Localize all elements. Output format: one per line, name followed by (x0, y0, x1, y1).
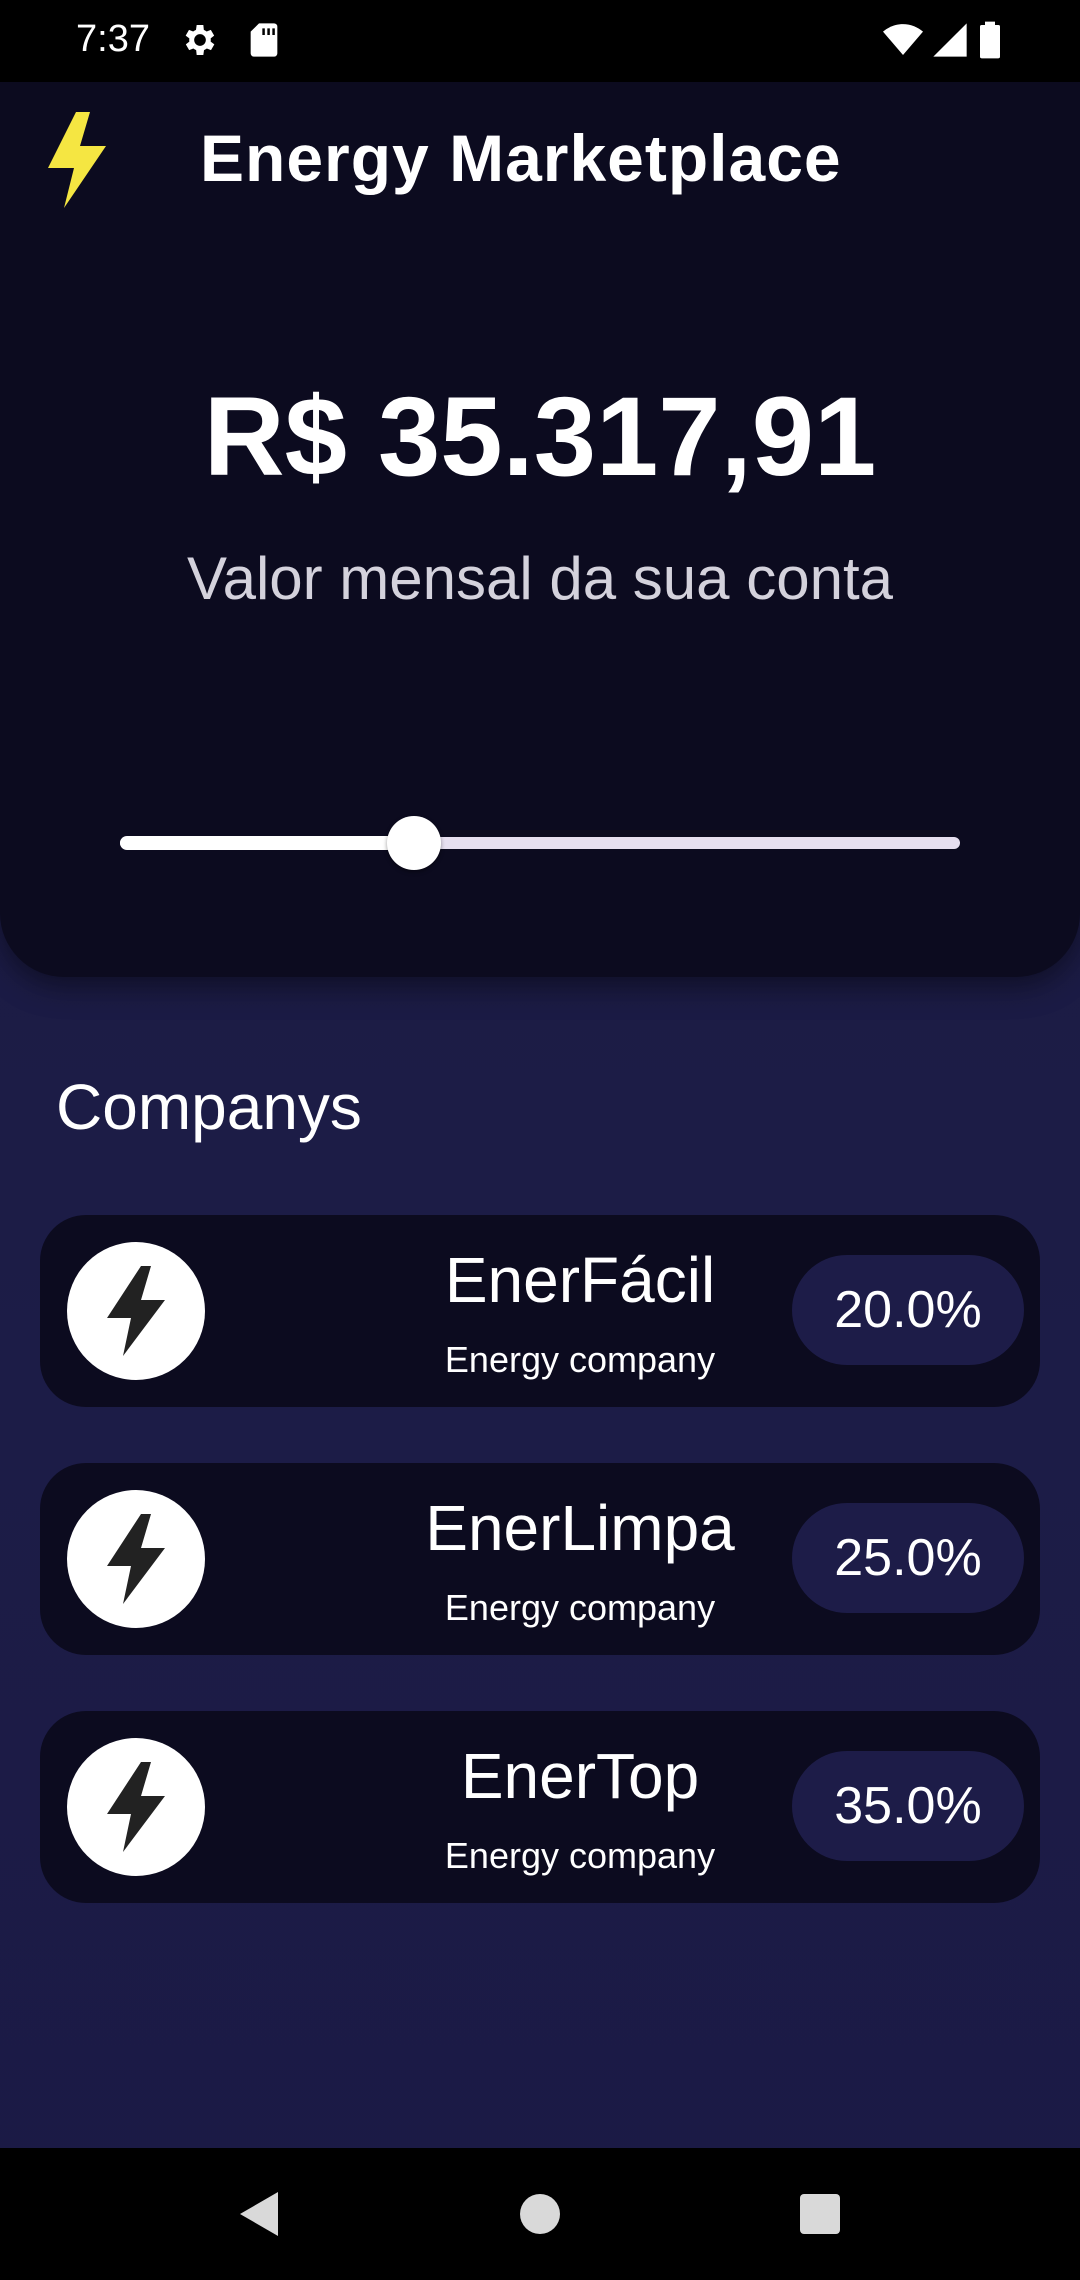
lightning-icon (46, 112, 108, 208)
status-time: 7:37 (76, 18, 150, 60)
status-bar: 7:37 (0, 0, 1080, 82)
signal-icon (930, 20, 970, 60)
companies-section-title: Companys (56, 1071, 362, 1143)
recents-icon[interactable] (790, 2184, 850, 2244)
bill-amount-slider[interactable] (120, 812, 960, 872)
slider-track-active[interactable] (120, 836, 414, 850)
wifi-icon (880, 20, 926, 60)
discount-badge: 35.0% (792, 1751, 1024, 1861)
slider-thumb[interactable] (387, 816, 441, 870)
app-screen: 7:37 Energy Marketplace R$ 35.317,91 Val… (0, 0, 1080, 2280)
lightning-icon (107, 1514, 165, 1604)
settings-icon (180, 20, 220, 60)
app-title: Energy Marketplace (200, 121, 842, 195)
discount-badge: 20.0% (792, 1255, 1024, 1365)
company-card[interactable]: EnerFácil Energy company 20.0% (40, 1215, 1040, 1407)
home-icon[interactable] (510, 2184, 570, 2244)
company-avatar (67, 1242, 205, 1380)
company-avatar (67, 1490, 205, 1628)
system-nav-bar (0, 2148, 1080, 2280)
company-list: EnerFácil Energy company 20.0% EnerLimpa… (40, 1215, 1040, 1959)
lightning-icon (107, 1266, 165, 1356)
company-card[interactable]: EnerTop Energy company 35.0% (40, 1711, 1040, 1903)
sd-card-icon (244, 20, 284, 60)
header-card: Energy Marketplace R$ 35.317,91 Valor me… (0, 82, 1080, 977)
company-avatar (67, 1738, 205, 1876)
discount-badge: 25.0% (792, 1503, 1024, 1613)
battery-icon (978, 20, 1006, 60)
company-card[interactable]: EnerLimpa Energy company 25.0% (40, 1463, 1040, 1655)
monthly-amount: R$ 35.317,91 (203, 374, 877, 499)
lightning-icon (107, 1762, 165, 1852)
back-icon[interactable] (230, 2184, 290, 2244)
amount-caption: Valor mensal da sua conta (187, 545, 893, 612)
